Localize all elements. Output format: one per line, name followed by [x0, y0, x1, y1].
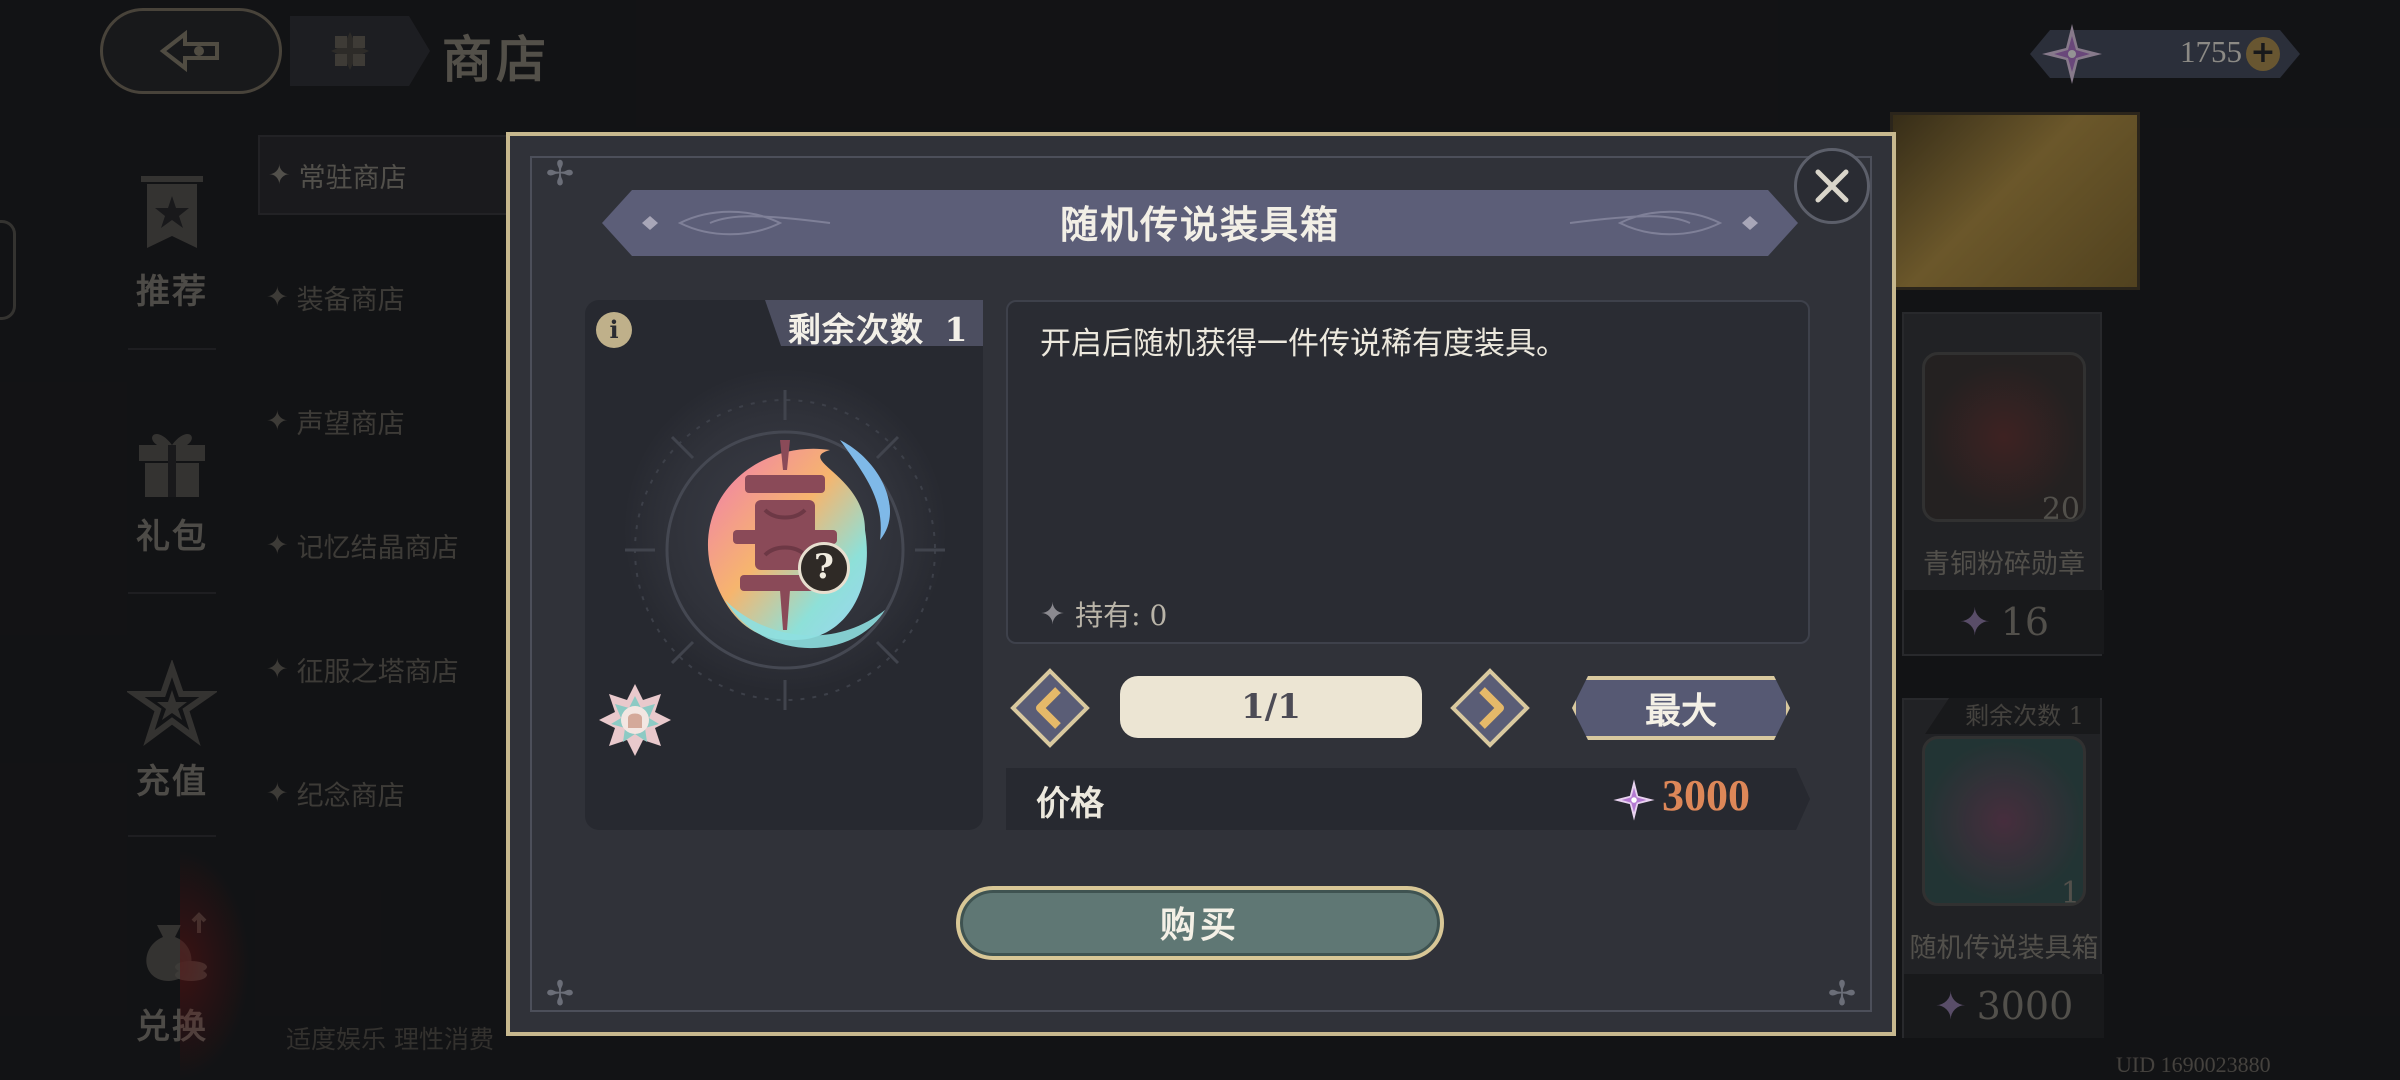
unknown-item-badge: ? [798, 542, 850, 594]
close-icon [1815, 169, 1849, 203]
legendary-chest-icon [625, 390, 945, 710]
info-icon[interactable]: i [596, 312, 632, 348]
remain-value: 1 [944, 310, 969, 349]
increase-button[interactable] [1450, 668, 1530, 748]
corner-ornament-icon: ✢ [545, 154, 575, 194]
max-button-label[interactable]: 最大 [1572, 682, 1790, 734]
close-button[interactable] [1794, 148, 1870, 224]
dialog-title: 随机传说装具箱 [1059, 202, 1340, 247]
remain-label: 剩余次数 [788, 310, 924, 349]
item-description: 开启后随机获得一件传说稀有度装具。 [1040, 326, 1567, 362]
remain-count-text: 剩余次数 1 [788, 303, 968, 351]
corner-ornament-icon: ✢ [1827, 974, 1857, 1014]
gem-currency-icon [1613, 779, 1655, 821]
buy-button-label[interactable]: 购买 [956, 896, 1444, 948]
owned-count: ✦ 持有: 0 [1040, 594, 1167, 634]
decrease-button[interactable] [1010, 668, 1090, 748]
price-value: 3000 [1662, 771, 1750, 820]
legendary-rarity-icon [599, 684, 671, 756]
sparkle-icon: ✦ [1040, 596, 1066, 632]
price-label: 价格 [1036, 784, 1104, 824]
owned-count-text: 持有: 0 [1075, 599, 1168, 632]
corner-ornament-icon: ✢ [545, 974, 575, 1014]
quantity-display[interactable]: 1/1 [1120, 676, 1422, 738]
